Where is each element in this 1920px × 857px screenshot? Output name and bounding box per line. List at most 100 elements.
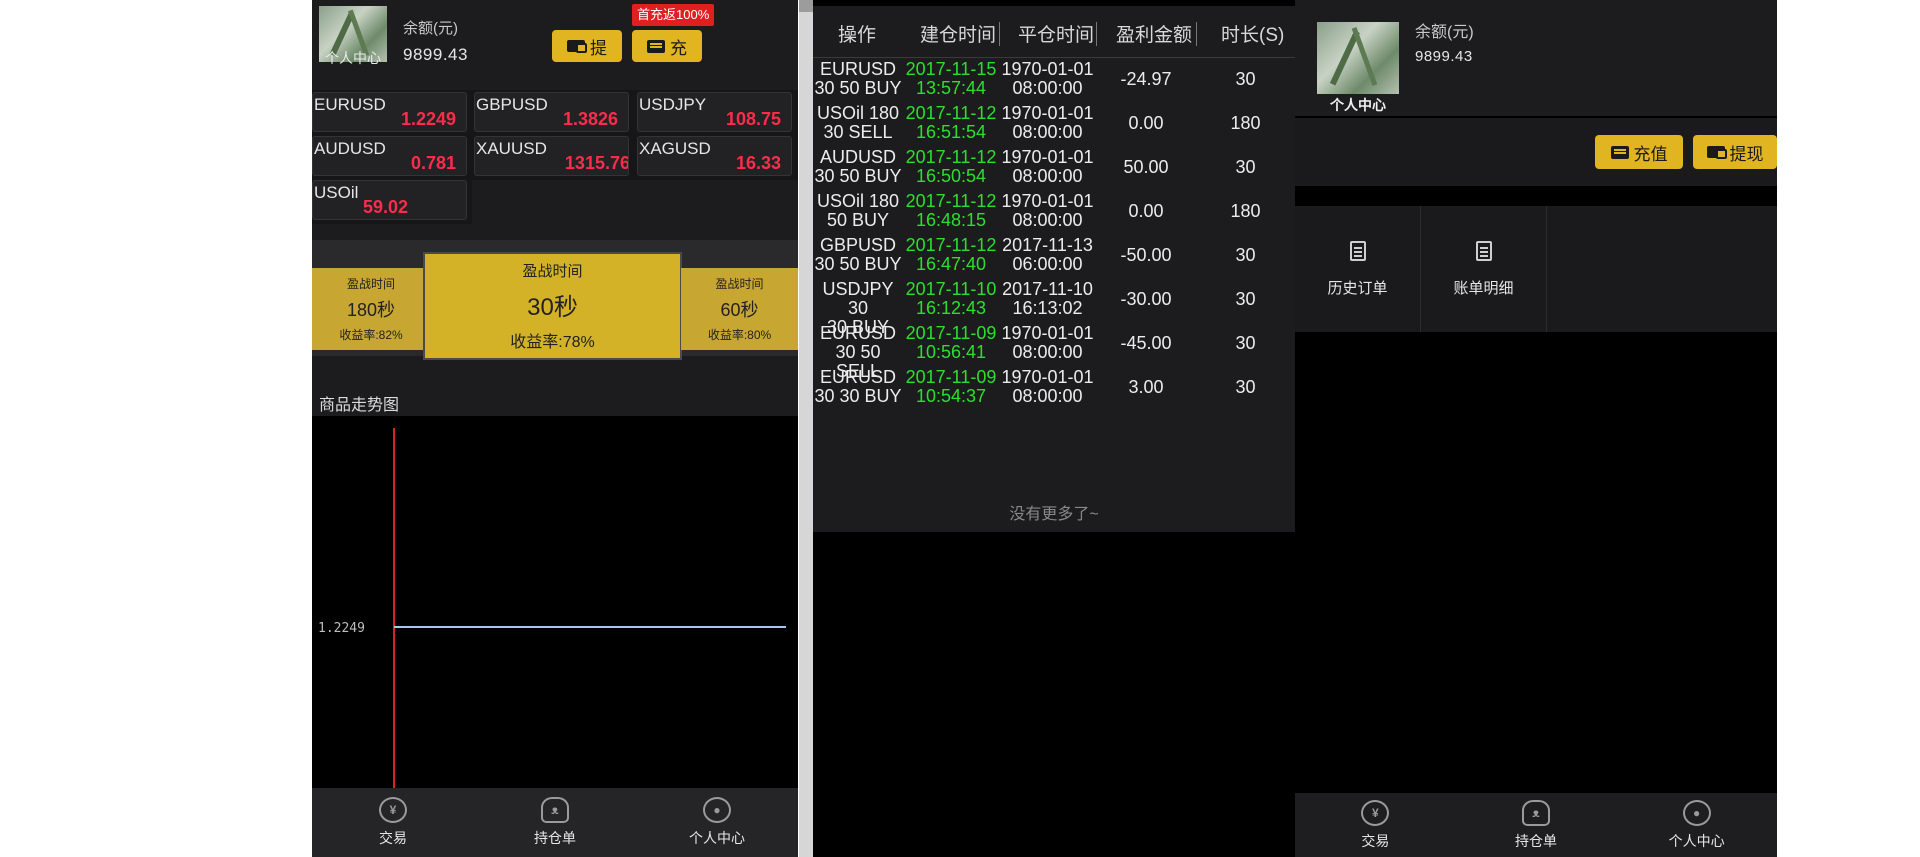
time-card[interactable]: 盈战时间 60秒 收益率:80%: [681, 268, 798, 350]
cell-line: USDJPY 30: [822, 279, 894, 318]
cell-line: 08:00:00: [1012, 210, 1083, 230]
tab-label: 交易: [1361, 832, 1390, 849]
cell-line: 2017-11-13: [1002, 235, 1093, 255]
avatar-caption[interactable]: 个人中心: [319, 48, 387, 68]
cell-line: 30 30 BUY: [814, 386, 902, 406]
tab-label: 持仓单: [534, 830, 576, 846]
quote-empty-cell: [472, 180, 798, 224]
quote-price: 1.2249: [400, 109, 456, 129]
cell-line: 50 BUY: [826, 210, 890, 230]
cell-line: 08:00:00: [1012, 342, 1083, 362]
open-time: 2017-11-09 10:54:37: [903, 368, 999, 406]
order-table: 操作 建仓时间 平仓时间 盈利金额 时长(S) EURUSD 30 50 BUY 2…: [813, 6, 1295, 532]
quote-cell[interactable]: XAUUSD 1315.76: [474, 136, 629, 176]
cell-line: 30 50 BUY: [814, 78, 902, 98]
time-card[interactable]: 盈战时间 180秒 收益率:82%: [312, 268, 430, 350]
withdraw-button[interactable]: 提现: [1693, 135, 1777, 169]
cell-line: 1970-01-01: [1001, 191, 1094, 211]
bottom-tab-bar: ¥ 交易 ᴥ 持仓单 ● 个人中心: [312, 788, 798, 857]
price-chart-svg: 1.2249: [318, 428, 786, 788]
yuan-icon: ¥: [1361, 799, 1390, 826]
menu-label: 账单明细: [1453, 279, 1514, 297]
quote-cell[interactable]: EURUSD 1.2249: [312, 92, 467, 132]
cell-line: 0.00: [1128, 113, 1164, 133]
cell-line: 10:56:41: [915, 342, 987, 362]
column-divider: [1196, 22, 1197, 46]
duration: 180: [1196, 114, 1295, 133]
cell-line: EURUSD: [819, 367, 896, 387]
avatar-caption[interactable]: 个人中心: [1317, 95, 1399, 115]
cell-line: 30: [1235, 377, 1256, 397]
cell-line: 1970-01-01: [1001, 367, 1094, 387]
cell-line: -50.00: [1120, 245, 1172, 265]
cell-line: 2017-11-12: [905, 103, 997, 123]
quote-price: 1.3826: [562, 109, 618, 129]
tab-trade[interactable]: ¥ 交易: [312, 788, 474, 857]
cell-line: 50.00: [1123, 157, 1169, 177]
cell-line: 180: [1230, 113, 1261, 133]
cell-line: 16:48:15: [915, 210, 987, 230]
quote-cell[interactable]: USOil 59.02: [312, 180, 467, 220]
cell-line: 2017-11-15: [905, 59, 997, 79]
cell-line: -24.97: [1120, 69, 1172, 89]
table-row[interactable]: EURUSD 30 30 BUY 2017-11-09 10:54:37 1970-01…: [813, 366, 1295, 420]
tab-positions[interactable]: ᴥ 持仓单: [474, 788, 636, 857]
deposit-button[interactable]: 充值: [1595, 135, 1683, 169]
tab-profile[interactable]: ● 个人中心: [636, 788, 798, 857]
cell-line: 06:00:00: [1012, 254, 1083, 274]
table-header: 操作 建仓时间 平仓时间 盈利金额 时长(S): [813, 6, 1295, 58]
time-selector: 盈战时间 180秒 收益率:82% 盈战时间 30秒 收益率:78% 盈战时间 …: [312, 240, 798, 360]
cell-line: 30 50 BUY: [814, 254, 902, 274]
quote-symbol: GBPUSD: [476, 95, 548, 114]
open-time: 2017-11-12 16:51:54: [903, 104, 999, 142]
cell-line: 2017-11-10: [1002, 279, 1093, 299]
time-card-selected[interactable]: 盈战时间 30秒 收益率:78%: [423, 252, 682, 360]
history-order-icon: [1349, 240, 1366, 261]
chart-title: 商品走势图: [319, 397, 400, 414]
quote-cell[interactable]: USDJPY 108.75: [637, 92, 792, 132]
cell-line: 16:13:02: [1012, 298, 1083, 318]
deposit-button[interactable]: 充: [632, 30, 702, 62]
tab-trade[interactable]: ¥ 交易: [1295, 793, 1456, 857]
column-header: 时长(S): [1221, 25, 1285, 46]
close-time: 2017-11-13 06:00:00: [999, 236, 1096, 274]
tab-profile[interactable]: ● 个人中心: [1616, 793, 1777, 857]
profit-amount: 0.00: [1096, 114, 1196, 133]
cell-line: 1970-01-01: [1001, 147, 1094, 167]
quote-symbol: XAGUSD: [639, 139, 711, 158]
profile-screen: 个人中心 余额(元) 9899.43 充值 提现 历史订单 账单明细 ¥ 交易 …: [1295, 0, 1777, 857]
cell-line: 30: [1235, 333, 1256, 353]
cell-line: 16:12:43: [915, 298, 987, 318]
cell-line: USOil 180: [816, 191, 900, 211]
cell-line: 0.00: [1128, 201, 1164, 221]
close-time: 1970-01-01 08:00:00: [999, 148, 1096, 186]
menu-bill-details[interactable]: 账单明细: [1421, 206, 1547, 332]
order-operation: GBPUSD 30 50 BUY: [813, 236, 903, 274]
column-header: 建仓时间: [920, 25, 997, 46]
time-card-label: 盈战时间: [715, 277, 764, 291]
user-icon: ●: [703, 797, 731, 823]
cell-line: 1970-01-01: [1001, 103, 1094, 123]
quote-cell[interactable]: XAGUSD 16.33: [637, 136, 792, 176]
price-chart[interactable]: 1.2249: [312, 416, 798, 788]
tab-label: 持仓单: [1515, 832, 1557, 849]
user-icon: ●: [1682, 799, 1711, 826]
tab-label: 个人中心: [1668, 832, 1725, 849]
profit-amount: 50.00: [1096, 158, 1196, 177]
quote-cell[interactable]: AUDUSD 0.781: [312, 136, 467, 176]
tab-positions[interactable]: ᴥ 持仓单: [1456, 793, 1617, 857]
quote-cell[interactable]: GBPUSD 1.3826: [474, 92, 629, 132]
cell-line: 08:00:00: [1012, 166, 1083, 186]
duration: 30: [1196, 158, 1295, 177]
menu-history-orders[interactable]: 历史订单: [1295, 206, 1421, 332]
fund-actions: 充值 提现: [1295, 118, 1777, 186]
cell-line: 1970-01-01: [1001, 323, 1094, 343]
withdraw-button[interactable]: 提: [552, 30, 622, 62]
cell-line: 08:00:00: [1012, 78, 1083, 98]
cell-line: AUDUSD: [819, 147, 896, 167]
cell-line: 30: [1235, 289, 1256, 309]
card-icon: [1610, 145, 1629, 159]
cell-line: 2017-11-12: [905, 235, 997, 255]
chart-price-label: 1.2249: [318, 621, 365, 636]
avatar[interactable]: [1317, 22, 1399, 94]
